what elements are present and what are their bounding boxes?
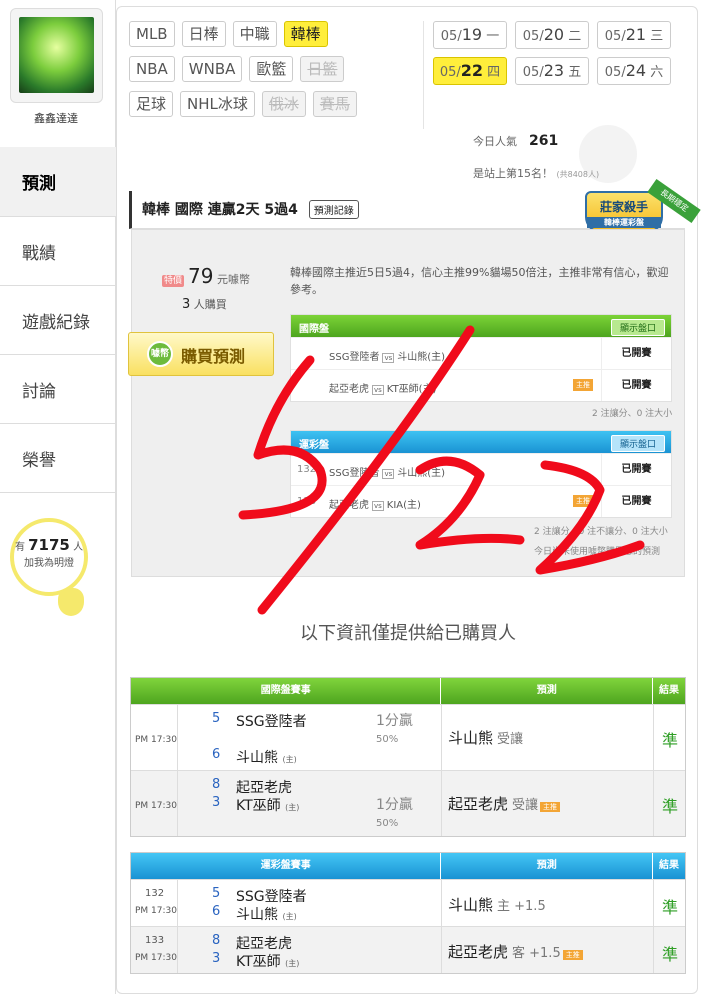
light-button[interactable]: 有 7175 人 加我為明燈 [10, 518, 88, 596]
tag-nba[interactable]: NBA [129, 56, 175, 82]
list-item: 起亞老虎 vs KT巫師(主) 主推 已開賽 [291, 369, 671, 401]
tag-soccer[interactable]: 足球 [129, 91, 174, 117]
sport-tags: MLB 日棒 中職 韓棒 NBA WNBA 歐籃 日籃 足球 NHL冰球 俄冰 … [129, 21, 429, 126]
price: 特價 79 元噱幣 [162, 264, 250, 288]
prediction-panel: 特價 79 元噱幣 3 人購買 噱幣 購買預測 韓棒國際主推近5日5過4，信心主推9… [128, 229, 685, 577]
tag-jp-basketball: 日籃 [300, 56, 345, 82]
table-row: 133 PM 17:30 8 起亞老虎 3 KT巫師 (主) 起亞老虎客 +1.5 主推… [131, 926, 685, 973]
buyers: 3 人購買 [182, 297, 227, 312]
list-item: 133 起亞老虎 vs KIA(主) 主推 已開賽 [291, 485, 671, 517]
tag-nhl[interactable]: NHL冰球 [180, 91, 255, 117]
show-odds-button[interactable]: 顯示盤口 [610, 435, 665, 452]
sports-panel-header: 運彩盤 顯示盤口 [291, 431, 671, 453]
intl-panel: 國際盤 顯示盤口 SSG登陸者 vs 斗山熊(主) 已開賽 起亞老虎 vs KT巫師(主) 主… [290, 314, 672, 402]
sports-footer: 今日尚未使用噱幣購買您的預測 [534, 547, 661, 557]
tag-horse-racing: 賽馬 [312, 91, 357, 117]
lightbulb-icon [58, 588, 84, 616]
date-0522[interactable]: 05/22 四 [433, 57, 507, 85]
table-row: 132 PM 17:30 5 SSG登陸者 6 斗山熊 (主) 斗山熊主 +1.5 準 [131, 879, 685, 926]
main-content: MLB 日棒 中職 韓棒 NBA WNBA 歐籃 日籃 足球 NHL冰球 俄冰 … [116, 6, 701, 994]
nav-item-record[interactable]: 戰績 [0, 217, 116, 286]
tag-kbo[interactable]: 韓棒 [283, 21, 328, 47]
buy-prediction-button[interactable]: 噱幣 購買預測 [128, 332, 274, 376]
nav-item-game-log[interactable]: 遊戲紀錄 [0, 286, 116, 355]
table-row: PM 17:30 5 SSG登陸者 6 斗山熊 (主) 1分贏 50% 斗山熊 受讓 準 [131, 704, 685, 770]
record-button[interactable]: 預測記錄 [308, 200, 359, 219]
nav-item-predict[interactable]: 預測 [0, 147, 116, 217]
badge-shield: 莊家殺手 韓棒運彩盤 [585, 191, 663, 233]
sidebar-nav: 預測 戰績 遊戲紀錄 討論 榮譽 [0, 147, 116, 493]
avatar[interactable] [10, 8, 103, 103]
intl-note: 2 注讓分、0 注大小 [592, 409, 673, 419]
prediction-title: 韓棒 國際 連贏2天 5過4 [142, 202, 298, 218]
intl-panel-header: 國際盤 顯示盤口 [291, 315, 671, 337]
show-odds-button[interactable]: 顯示盤口 [610, 319, 665, 336]
lamp-label: 加我為明燈 [24, 558, 74, 569]
date-0519[interactable]: 05/19 一 [433, 21, 507, 49]
tag-euro-basketball[interactable]: 歐籃 [249, 56, 294, 82]
sports-panel: 運彩盤 顯示盤口 132 SSG登陸者 vs 斗山熊(主) 已開賽 133 起亞老虎 vs KI… [290, 430, 672, 518]
divider [423, 21, 424, 129]
nav-item-honor[interactable]: 榮譽 [0, 424, 116, 493]
date-0524[interactable]: 05/24 六 [597, 57, 671, 85]
intl-results-table: 國際盤賽事 預測 結果 PM 17:30 5 SSG登陸者 6 斗山熊 (主) 1分贏 5… [130, 677, 686, 837]
popularity: 今日人氣 261 [473, 133, 559, 149]
date-0520[interactable]: 05/20 二 [515, 21, 589, 49]
nav-item-discussion[interactable]: 討論 [0, 355, 116, 424]
tag-cpbl[interactable]: 中職 [232, 21, 277, 47]
purchased-only-notice: 以下資訊僅提供給已購買人 [300, 623, 516, 644]
date-picker: 05/19 一 05/20 二 05/21 三 05/22 四 05/23 五 … [433, 21, 695, 93]
rank: 是站上第15名！ (共8408人) [473, 167, 600, 180]
list-item: 132 SSG登陸者 vs 斗山熊(主) 已開賽 [291, 453, 671, 485]
table-row: PM 17:30 8 起亞老虎 3 KT巫師 (主) 1分贏 50% 起亞老虎 受讓 主推… [131, 770, 685, 836]
tag-mlb[interactable]: MLB [129, 21, 175, 47]
date-0523[interactable]: 05/23 五 [515, 57, 589, 85]
lamp-suffix: 人 [73, 542, 84, 553]
username[interactable]: 鑫鑫達達 [0, 110, 112, 126]
tag-khl: 俄冰 [261, 91, 306, 117]
sports-results-table: 運彩盤賽事 預測 結果 132 PM 17:30 5 SSG登陸者 6 斗山熊 (主) 斗… [130, 852, 686, 974]
sidebar: 鑫鑫達達 預測 戰績 遊戲紀錄 討論 榮譽 有 7175 人 加我為明燈 [0, 0, 116, 994]
sports-note: 2 注讓分、0 注不讓分、0 注大小 [534, 527, 668, 537]
tag-npb[interactable]: 日棒 [181, 21, 226, 47]
list-item: SSG登陸者 vs 斗山熊(主) 已開賽 [291, 337, 671, 369]
date-0521[interactable]: 05/21 三 [597, 21, 671, 49]
avatar-image [19, 17, 94, 93]
tag-wnba[interactable]: WNBA [181, 56, 243, 82]
coin-icon: 噱幣 [147, 341, 173, 367]
lamp-prefix: 有 [14, 542, 25, 553]
prediction-description: 韓棒國際主推近5日5過4，信心主推99%貓場50倍注，主推非常有信心，歡迎參考。 [290, 266, 669, 296]
lamp-count: 7175 [28, 536, 70, 554]
